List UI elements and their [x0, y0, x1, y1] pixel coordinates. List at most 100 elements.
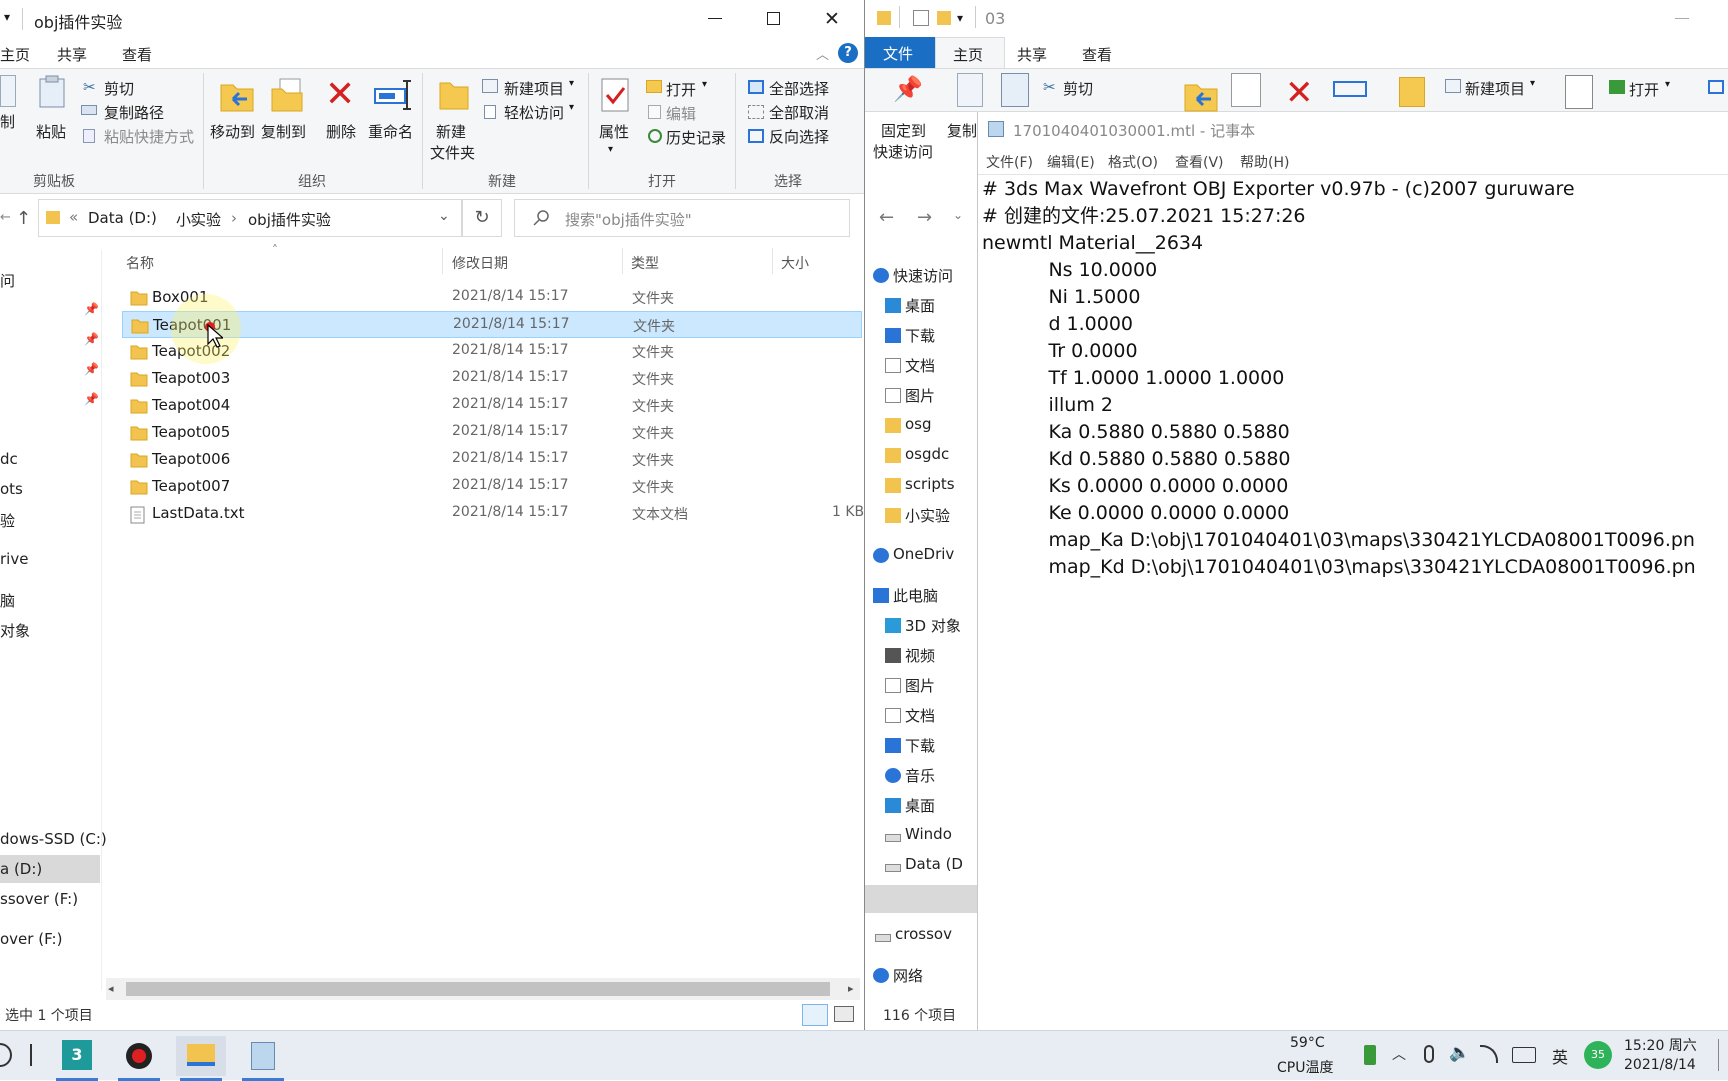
new-item-button[interactable]: 新建项目 [1465, 78, 1525, 99]
move-to-icon[interactable] [1183, 77, 1219, 113]
sidebar-item-experiment[interactable]: 验 [0, 510, 15, 531]
file-explorer-taskbar-icon[interactable] [176, 1036, 226, 1081]
back-arrow-icon[interactable]: ← [879, 207, 894, 228]
minimize-icon[interactable] [708, 18, 722, 19]
cut-button[interactable]: 剪切 [104, 78, 134, 99]
qat-dropdown-icon[interactable]: ▾ [957, 11, 963, 25]
delete-icon[interactable]: ✕ [325, 75, 355, 115]
tab-home-active[interactable]: 主页 [935, 37, 1005, 69]
nav-item-pics[interactable]: 图片 [905, 385, 935, 406]
nav-item-osg[interactable]: osg [905, 415, 932, 433]
column-size[interactable]: 大小 [781, 253, 809, 273]
paste-shortcut-button[interactable]: 粘贴快捷方式 [104, 126, 194, 147]
keyboard-icon[interactable] [1512, 1047, 1536, 1063]
sidebar-item-drive-f1[interactable]: ssover (F:) [0, 890, 78, 908]
tab-share[interactable]: 共享 [1017, 44, 1047, 65]
nav-item-osgdc[interactable]: osgdc [905, 445, 949, 463]
table-row[interactable]: Teapot004 2021/8/14 15:17 文件夹 [122, 392, 862, 419]
chevron-down-icon[interactable]: ⌄ [438, 208, 450, 224]
sidebar-item-onedrive[interactable]: rive [0, 550, 28, 568]
sidebar-item-scripts[interactable]: ots [0, 480, 23, 498]
rename-icon[interactable] [373, 79, 413, 111]
table-row[interactable]: LastData.txt 2021/8/14 15:17 文本文档 1 KB [122, 500, 864, 527]
new-item-button[interactable]: 新建项目 [504, 78, 564, 99]
nav-item-network[interactable]: 网络 [893, 965, 923, 986]
nav-item-thispc[interactable]: 此电脑 [893, 585, 938, 606]
scroll-left-icon[interactable]: ◂ [108, 982, 114, 995]
horizontal-scrollbar[interactable]: ◂ ▸ [106, 978, 860, 1000]
copy-button-label[interactable]: 制 [0, 111, 15, 132]
close-icon[interactable]: ✕ [824, 8, 840, 30]
new-folder-label-1[interactable]: 新建 [436, 121, 466, 142]
invert-selection-button[interactable]: 反向选择 [769, 126, 829, 147]
new-folder-small-icon[interactable] [937, 11, 951, 25]
open-dropdown-icon[interactable]: ▾ [1665, 79, 1670, 90]
qat-dropdown-icon[interactable]: ▾ [4, 10, 10, 24]
paste-icon[interactable] [38, 75, 66, 109]
nav-item-exp[interactable]: 小实验 [905, 505, 950, 526]
nav-item-obj3d[interactable]: 3D 对象 [905, 615, 961, 636]
sidebar-item-osgdc[interactable]: dc [0, 450, 18, 468]
sidebar-item-drive-c[interactable]: dows-SSD (C:) [0, 830, 107, 848]
move-to-button[interactable]: 移动到 [210, 121, 255, 142]
back-arrow-icon[interactable]: ← [0, 210, 11, 225]
column-name[interactable]: 名称 [126, 253, 154, 273]
nav-item-download2[interactable]: 下载 [905, 735, 935, 756]
properties-icon[interactable] [600, 77, 632, 113]
nav-item-desktop2[interactable]: 桌面 [905, 795, 935, 816]
clock-time[interactable]: 15:20 周六 [1624, 1035, 1697, 1055]
tab-file[interactable]: 文件 [865, 37, 935, 68]
breadcrumb-overflow[interactable]: « [69, 208, 78, 226]
open-button[interactable]: 打开 [1629, 79, 1659, 100]
scroll-right-icon[interactable]: ▸ [848, 982, 854, 995]
table-row[interactable]: Teapot005 2021/8/14 15:17 文件夹 [122, 419, 862, 446]
table-row[interactable]: Teapot006 2021/8/14 15:17 文件夹 [122, 446, 862, 473]
wifi-icon[interactable] [1480, 1045, 1498, 1063]
properties-dropdown-icon[interactable]: ▾ [608, 144, 613, 155]
show-desktop-button[interactable] [1718, 1039, 1728, 1071]
sidebar-item-thispc[interactable]: 脑 [0, 590, 15, 611]
nav-item-crossov[interactable]: crossov [895, 925, 952, 943]
chevron-up-icon[interactable]: ︿ [1392, 1044, 1406, 1064]
pin-quick-access-label-2[interactable]: 快速访问 [873, 141, 933, 162]
menu-file[interactable]: 文件(F) [986, 152, 1033, 172]
copy-button-label[interactable]: 复制 [947, 120, 977, 141]
open-button[interactable]: 打开 [666, 79, 696, 100]
table-row[interactable]: Teapot003 2021/8/14 15:17 文件夹 [122, 365, 862, 392]
paste-icon[interactable] [1001, 73, 1029, 107]
easy-access-dropdown-icon[interactable]: ▾ [569, 102, 574, 113]
chevron-right-icon[interactable]: › [231, 209, 237, 227]
column-date[interactable]: 修改日期 [452, 253, 508, 273]
pin-icon[interactable]: 📌 [893, 75, 923, 103]
pin-icon[interactable]: 📌 [84, 392, 99, 406]
tab-home-label[interactable]: 主页 [953, 44, 983, 65]
tab-home[interactable]: 主页 [0, 44, 30, 65]
pin-icon[interactable]: 📌 [84, 302, 99, 316]
battery-icon[interactable] [1364, 1045, 1376, 1065]
wechat-badge-icon[interactable]: 35 [1584, 1041, 1612, 1069]
table-row[interactable]: Teapot007 2021/8/14 15:17 文件夹 [122, 473, 862, 500]
copy-to-icon[interactable] [1231, 73, 1261, 107]
large-icons-view-icon[interactable] [834, 1006, 854, 1022]
cut-button[interactable]: 剪切 [1063, 78, 1093, 99]
breadcrumb-folder1[interactable]: 小实验 [176, 209, 221, 230]
copy-to-icon[interactable] [270, 77, 306, 113]
maximize-icon[interactable] [767, 12, 780, 25]
new-folder-label-2[interactable]: 文件夹 [430, 142, 475, 163]
sidebar-item-drive-f2[interactable]: over (F:) [0, 930, 62, 948]
microphone-icon[interactable] [1424, 1045, 1434, 1063]
recorder-taskbar-icon[interactable] [114, 1036, 164, 1081]
nav-item-pics2[interactable]: 图片 [905, 675, 935, 696]
task-view-icon[interactable] [30, 1044, 32, 1066]
nav-item-download[interactable]: 下载 [905, 325, 935, 346]
rename-icon[interactable] [1333, 81, 1367, 97]
nav-item-scripts[interactable]: scripts [905, 475, 955, 493]
scrollbar-thumb[interactable] [126, 982, 830, 996]
properties-button[interactable]: 属性 [599, 121, 629, 142]
collapse-ribbon-icon[interactable]: ︿ [816, 44, 829, 63]
speaker-icon[interactable]: 🔈 [1449, 1043, 1470, 1063]
new-folder-icon[interactable] [1399, 77, 1425, 107]
new-item-dropdown-icon[interactable]: ▾ [1530, 78, 1535, 89]
nav-item-onedrive[interactable]: OneDriv [893, 545, 954, 563]
refresh-icon[interactable]: ↻ [462, 199, 502, 237]
